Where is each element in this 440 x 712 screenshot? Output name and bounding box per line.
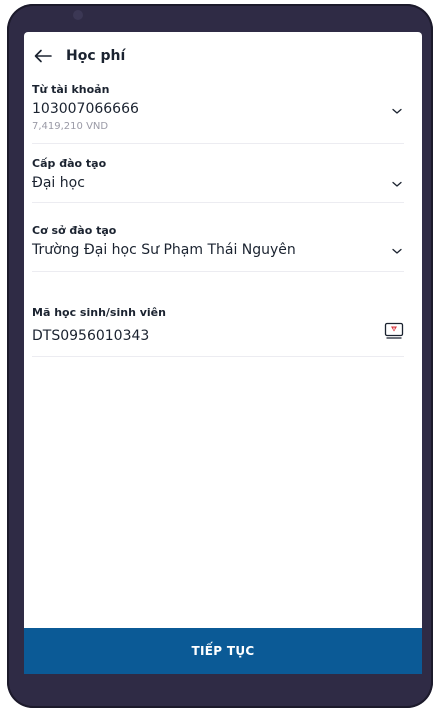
- chevron-down-icon[interactable]: [390, 104, 404, 118]
- institution-value: Trường Đại học Sư Phạm Thái Nguyên: [32, 242, 296, 258]
- account-label: Từ tài khoản: [32, 83, 110, 96]
- student-id-field[interactable]: Mã học sinh/sinh viên DTS0956010343: [32, 306, 404, 357]
- student-id-label: Mã học sinh/sinh viên: [32, 306, 166, 319]
- header-bar: Học phí: [24, 40, 422, 72]
- chevron-down-icon[interactable]: [390, 177, 404, 191]
- arrow-left-icon: [34, 49, 52, 63]
- camera-dot: [73, 10, 83, 20]
- account-select[interactable]: Từ tài khoản 103007066666 7,419,210 VND: [32, 83, 404, 144]
- account-balance: 7,419,210 VND: [32, 121, 109, 132]
- continue-button[interactable]: TIẾP TỤC: [24, 628, 422, 674]
- account-number: 103007066666: [32, 101, 139, 117]
- student-id-input[interactable]: DTS0956010343: [32, 326, 404, 346]
- chevron-down-icon[interactable]: [390, 244, 404, 258]
- app-screen: Học phí Từ tài khoản 103007066666 7,419,…: [24, 32, 422, 674]
- phone-frame: Học phí Từ tài khoản 103007066666 7,419,…: [7, 4, 433, 708]
- institution-select[interactable]: Cơ sở đào tạo Trường Đại học Sư Phạm Thá…: [32, 224, 404, 272]
- institution-label: Cơ sở đào tạo: [32, 224, 117, 237]
- page-title: Học phí: [66, 48, 126, 64]
- level-select[interactable]: Cấp đào tạo Đại học: [32, 157, 404, 203]
- level-label: Cấp đào tạo: [32, 157, 107, 170]
- back-button[interactable]: [30, 43, 56, 69]
- id-card-icon[interactable]: [384, 322, 404, 340]
- level-value: Đại học: [32, 175, 85, 191]
